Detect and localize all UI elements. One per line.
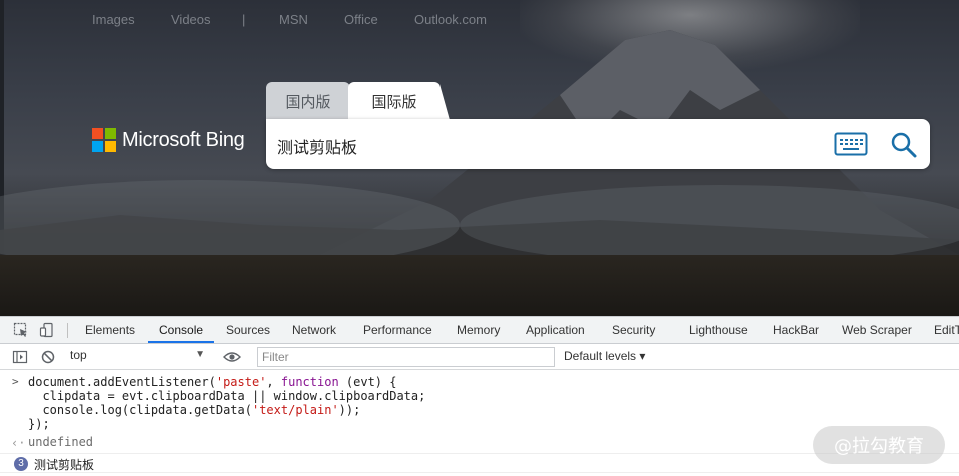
tab-editthiscookie[interactable]: EditThisCookie [934,323,959,337]
device-toolbar-icon[interactable] [39,322,55,338]
tab-lighthouse[interactable]: Lighthouse [689,323,748,337]
dropdown-arrow-icon: ▼ [195,349,205,360]
nav-images-link[interactable]: Images [92,12,135,27]
return-value: undefined [28,435,94,449]
bing-logo[interactable]: Microsoft Bing [92,128,245,152]
tab-international[interactable]: 国际版 [348,82,450,120]
grassland [0,255,959,316]
tab-sources[interactable]: Sources [226,323,270,337]
sidebar-toggle-icon[interactable] [12,349,28,365]
repeat-count-badge: 3 [14,457,28,471]
tab-performance[interactable]: Performance [363,323,432,337]
console-output: > document.addEventListener('paste', fun… [0,371,959,476]
live-expression-eye-icon[interactable] [223,350,241,364]
nav-office-link[interactable]: Office [344,12,378,27]
microsoft-logo-icon [92,128,116,152]
code-line-4: }); [28,417,50,431]
context-value: top [70,348,87,362]
clear-console-icon[interactable] [40,349,56,365]
code-line-2: clipdata = evt.clipboardData || window.c… [28,389,426,403]
search-box[interactable]: 测试剪贴板 [266,119,930,169]
code-line-1: document.addEventListener('paste', funct… [28,375,397,389]
tab-domestic[interactable]: 国内版 [266,82,350,120]
console-filter-input[interactable] [257,347,555,367]
return-arrow-icon: ‹· [11,436,26,450]
watermark: @拉勾教育 [813,426,945,464]
keyboard-icon[interactable] [834,132,868,156]
tab-application[interactable]: Application [526,323,585,337]
tab-web-scraper[interactable]: Web Scraper [842,323,912,337]
search-icon[interactable] [890,131,918,159]
tab-memory[interactable]: Memory [457,323,500,337]
search-input[interactable]: 测试剪贴板 [277,134,357,158]
console-toolbar: top ▼ Default levels ▾ [0,344,959,370]
devtools-tabbar: Elements Console Sources Network Perform… [0,317,959,344]
tab-network[interactable]: Network [292,323,336,337]
inspect-element-icon[interactable] [13,322,29,338]
log-levels-dropdown[interactable]: Default levels ▾ [564,349,645,363]
bing-homepage: Images Videos | MSN Office Outlook.com M… [0,0,959,316]
nav-outlook-link[interactable]: Outlook.com [414,12,487,27]
nav-separator: | [242,12,246,27]
tabbar-divider [67,323,68,338]
tab-elements[interactable]: Elements [85,323,135,337]
nav-msn-link[interactable]: MSN [279,12,308,27]
tab-hackbar[interactable]: HackBar [773,323,819,337]
input-prompt-icon: > [12,375,19,388]
nav-videos-link[interactable]: Videos [171,12,211,27]
tab-security[interactable]: Security [612,323,655,337]
log-message: 测试剪贴板 [34,458,95,472]
active-tab-indicator [148,341,214,343]
tab-console[interactable]: Console [159,323,203,337]
code-line-3: console.log(clipdata.getData('text/plain… [28,403,361,417]
log-divider-bottom [0,472,959,473]
logo-text: Microsoft Bing [122,128,245,151]
context-selector[interactable]: top ▼ [70,348,208,366]
